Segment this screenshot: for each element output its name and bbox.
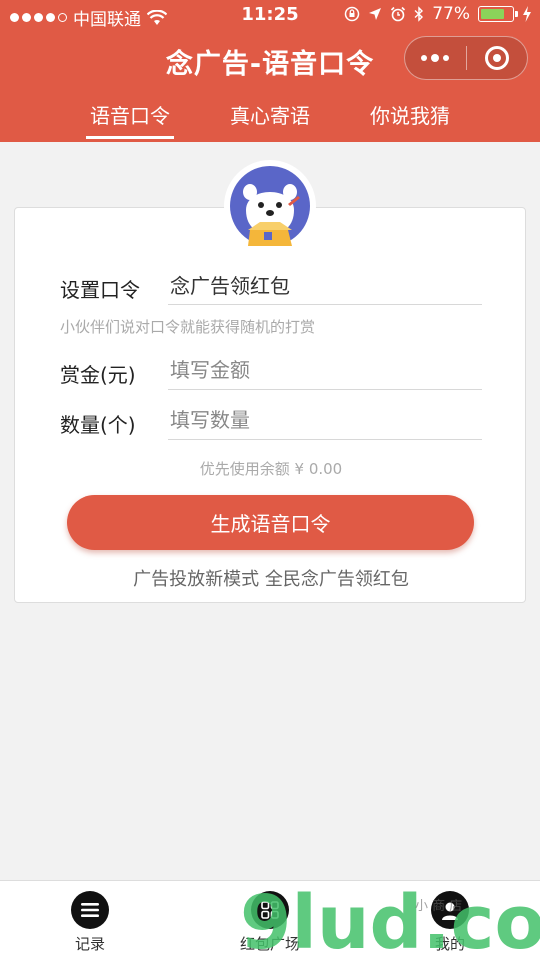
quantity-label: 数量(个)	[60, 413, 136, 437]
quantity-input[interactable]	[168, 400, 482, 440]
alarm-icon	[391, 6, 406, 22]
tab-voice-password[interactable]: 语音口令	[86, 100, 174, 139]
balance-text: 优先使用余额 ¥ 0.00	[199, 460, 343, 478]
mascot-avatar	[224, 160, 316, 252]
tab-bar-top: 语音口令 真心寄语 你说我猜	[0, 96, 540, 142]
bottom-tab-bar: 记录 红包广场 我的	[0, 880, 540, 960]
tab-guess-game[interactable]: 你说我猜	[370, 100, 450, 129]
user-icon	[431, 891, 469, 929]
polar-bear-mascot-icon	[226, 162, 314, 250]
battery-percent: 77%	[432, 4, 470, 24]
generate-voice-password-button[interactable]: 生成语音口令	[67, 495, 474, 550]
tabbar-label-mine: 我的	[434, 935, 465, 953]
location-arrow-icon	[369, 8, 382, 20]
form-card: 设置口令 小伙伴们说对口令就能获得随机的打赏 赏金(元) 数量(个) 优先使用余…	[14, 207, 526, 603]
bluetooth-icon	[414, 6, 424, 22]
list-icon	[71, 891, 109, 929]
tabbar-label-records: 记录	[74, 935, 105, 953]
lock-rotation-icon	[344, 6, 360, 22]
grid-icon	[251, 891, 289, 929]
charging-bolt-icon	[523, 6, 531, 22]
header: 中国联通 11:25 77% 念广告-语音口令 语音口令 真心寄语 你说我猜	[0, 0, 540, 142]
password-hint: 小伙伴们说对口令就能获得随机的打赏	[60, 318, 316, 336]
tabbar-label-red-packet-square: 红包广场	[239, 935, 300, 953]
battery-fill	[481, 9, 504, 19]
tab-sincere-message[interactable]: 真心寄语	[230, 100, 310, 129]
tabbar-item-records[interactable]: 记录	[40, 891, 140, 954]
status-bar: 中国联通 11:25 77%	[0, 0, 540, 30]
password-label: 设置口令	[60, 278, 140, 302]
close-target-icon[interactable]	[466, 37, 527, 79]
reward-amount-input[interactable]	[168, 350, 482, 390]
battery-icon	[478, 6, 518, 22]
more-dots-icon[interactable]	[405, 37, 466, 79]
slogan-text: 广告投放新模式 全民念广告领红包	[133, 569, 409, 590]
password-input[interactable]	[168, 265, 482, 305]
reward-label: 赏金(元)	[60, 363, 136, 387]
status-right: 77%	[344, 4, 532, 24]
tabbar-item-red-packet-square[interactable]: 红包广场	[220, 891, 320, 954]
tabbar-item-mine[interactable]: 我的	[400, 891, 500, 954]
mini-program-capsule	[404, 36, 528, 80]
